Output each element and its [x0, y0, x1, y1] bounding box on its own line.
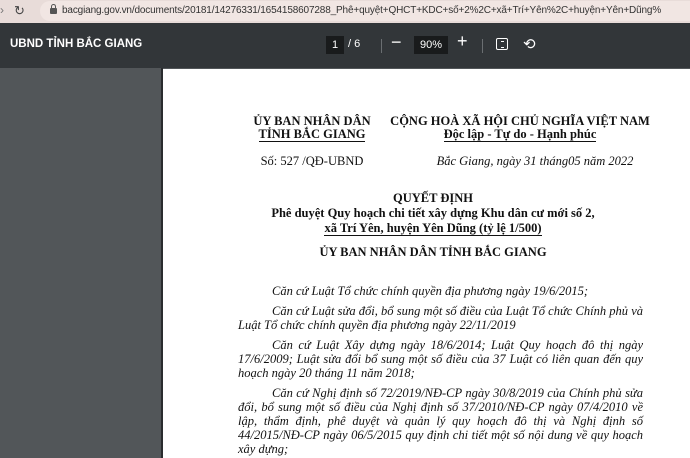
national-title: CỘNG HOÀ XÃ HỘI CHỦ NGHĨA VIỆT NAM — [390, 114, 650, 128]
rotate-icon[interactable]: ⟲ — [523, 35, 536, 53]
issuer-line-1: ỦY BAN NHÂN DÂN — [253, 114, 371, 128]
issuer-name: TỈNH BẮC GIANG — [258, 127, 366, 142]
body-line: đổi, bổ sung một số điều của Nghị định s… — [238, 400, 643, 414]
fit-page-icon[interactable] — [496, 38, 508, 50]
lock-icon[interactable] — [50, 4, 57, 14]
pdf-page: ỦY BAN NHÂN DÂN TỈNH BẮC GIANG Số: 527 /… — [163, 69, 690, 458]
body-line: lập, thẩm định, phê duyệt và quản lý quy… — [238, 414, 643, 428]
decision-subtitle-1: Phê duyệt Quy hoạch chi tiết xây dựng Kh… — [271, 206, 595, 220]
body-line: Luật Tổ chức chính quyền địa phương ngày… — [238, 318, 516, 332]
body-line: Căn cứ Nghị định số 72/2019/NĐ-CP ngày 3… — [272, 386, 643, 400]
back-icon[interactable]: › — [0, 3, 4, 17]
body-line: Căn cứ Luật Xây dựng ngày 18/6/2014; Luậ… — [272, 338, 643, 352]
document-number: Số: 527 /QĐ-UBND — [260, 154, 364, 168]
body-line: Căn cứ Luật Tổ chức chính quyền địa phươ… — [272, 284, 588, 298]
subtitle-text: xã Trí Yên, huyện Yên Dũng (tỷ lệ 1/500) — [324, 221, 542, 236]
viewer-background — [0, 68, 161, 458]
zoom-out-button[interactable]: − — [391, 32, 402, 53]
page-total: / 6 — [348, 38, 361, 50]
issuer-line-2: TỈNH BẮC GIANG — [242, 127, 382, 142]
url-text[interactable]: bacgiang.gov.vn/documents/20181/14276331… — [62, 5, 688, 16]
body-line: 44/2015/NĐ-CP ngày 06/5/2015 quy định ch… — [238, 428, 643, 442]
authority-heading: ỦY BAN NHÂN DÂN TỈNH BẮC GIANG — [319, 245, 547, 259]
body-line: Căn cứ Luật sửa đổi, bổ sung một số điều… — [272, 304, 643, 318]
reload-icon[interactable]: ↻ — [14, 3, 25, 19]
decision-subtitle-2: xã Trí Yên, huyện Yên Dũng (tỷ lệ 1/500) — [223, 221, 643, 236]
body-line: xây dựng; — [238, 442, 289, 456]
motto-line: Độc lập - Tự do - Hạnh phúc — [389, 127, 651, 142]
page-number-input[interactable]: 1 — [326, 36, 344, 54]
decision-title: QUYẾT ĐỊNH — [393, 191, 473, 205]
document-date: Bắc Giang, ngày 31 tháng05 năm 2022 — [436, 154, 634, 168]
browser-address-bar: › ↻ bacgiang.gov.vn/documents/20181/1427… — [0, 0, 690, 23]
body-line: hoạch ngày 20 tháng 11 năm 2018; — [238, 366, 415, 380]
zoom-in-button[interactable]: + — [457, 31, 468, 52]
document-title: UBND TỈNH BẮC GIANG — [10, 38, 143, 50]
body-line: 17/6/2009; Luật sửa đổi bổ sung một số đ… — [238, 352, 643, 366]
motto: Độc lập - Tự do - Hạnh phúc — [443, 127, 597, 142]
pdf-toolbar: UBND TỈNH BẮC GIANG 1 / 6 − 90% + ⟲ — [0, 23, 690, 68]
zoom-input[interactable]: 90% — [414, 36, 448, 54]
divider — [482, 39, 483, 53]
divider — [381, 39, 382, 53]
